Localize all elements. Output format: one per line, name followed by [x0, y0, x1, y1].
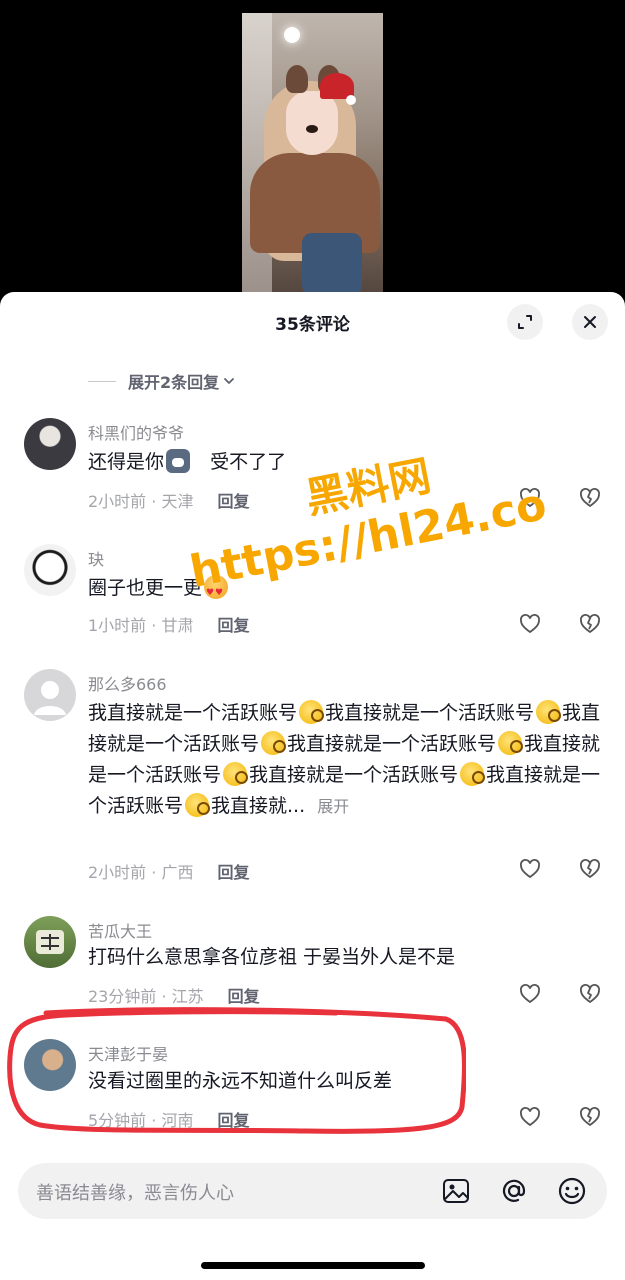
fullscreen-button[interactable]	[507, 304, 543, 340]
expand-replies-button[interactable]: 展开2条回复	[88, 370, 236, 392]
default-avatar-icon	[34, 681, 66, 715]
avatar[interactable]	[24, 418, 76, 470]
close-button[interactable]	[572, 304, 608, 340]
comment-text: 我直接就是一个活跃账号 我直接就是一个活跃账号 我直接就是一个活跃账号 我直接就是一个…	[88, 700, 601, 817]
comment-time-location: 1小时前 · 甘肃	[88, 616, 194, 635]
smirk-emoji-icon	[299, 700, 325, 724]
reply-button[interactable]: 回复	[217, 612, 249, 636]
comment-meta: 2小时前 · 广西 回复	[88, 859, 249, 883]
smirk-emoji-icon	[185, 793, 211, 817]
comment-username[interactable]: 科黑们的爷爷	[88, 420, 184, 444]
comment-text-part: 还得是你	[88, 451, 165, 473]
home-indicator	[201, 1262, 425, 1269]
comment-time-location: 2小时前 · 广西	[88, 863, 194, 882]
comment-username[interactable]: 那么多666	[88, 671, 167, 695]
dog-nose-filter	[306, 125, 318, 133]
dog-ear-filter	[286, 65, 308, 93]
like-heart-icon[interactable]	[518, 857, 542, 881]
person-jeans	[302, 233, 362, 295]
image-icon[interactable]	[441, 1176, 471, 1206]
dislike-broken-heart-icon[interactable]	[578, 612, 602, 636]
person-face	[286, 91, 338, 155]
dislike-broken-heart-icon[interactable]	[578, 982, 602, 1006]
expand-replies-label: 展开2条回复	[128, 373, 220, 392]
smirk-emoji-icon	[536, 700, 562, 724]
comment-username[interactable]: 玦	[88, 546, 104, 570]
like-heart-icon[interactable]	[518, 982, 542, 1006]
comment-input-placeholder: 善语结善缘，恶言伤人心	[36, 1183, 234, 1204]
smirk-emoji-icon	[460, 762, 486, 786]
comment-text: 圈子也更一更	[88, 573, 603, 609]
at-mention-icon[interactable]	[499, 1176, 529, 1206]
avatar[interactable]	[24, 544, 76, 596]
expand-icon	[518, 315, 532, 329]
video-area[interactable]	[0, 0, 625, 300]
video-thumbnail[interactable]	[242, 13, 383, 295]
cat-emoji-icon	[166, 449, 191, 473]
santa-hat-pompom	[346, 95, 356, 105]
avatar[interactable]	[24, 669, 76, 721]
dislike-broken-heart-icon[interactable]	[578, 1105, 602, 1129]
dislike-broken-heart-icon[interactable]	[578, 857, 602, 881]
smirk-emoji-icon	[498, 731, 524, 755]
smirk-emoji-icon	[223, 762, 249, 786]
red-highlight-circle	[7, 1007, 466, 1134]
like-heart-icon[interactable]	[518, 612, 542, 636]
comment-meta: 1小时前 · 甘肃 回复	[88, 612, 249, 636]
reply-button[interactable]: 回复	[217, 488, 249, 512]
like-heart-icon[interactable]	[518, 1105, 542, 1129]
comment-time-location: 23分钟前 · 江苏	[88, 987, 204, 1006]
sheet-header: 35条评论	[0, 292, 625, 352]
divider-line	[88, 380, 116, 382]
reply-button[interactable]: 回复	[217, 859, 249, 883]
comment-time-location: 2小时前 · 天津	[88, 492, 194, 511]
avatar[interactable]	[24, 916, 76, 968]
dislike-broken-heart-icon[interactable]	[578, 486, 602, 510]
comment-text-part: 受不了了	[210, 451, 287, 473]
comment-meta: 23分钟前 · 江苏 回复	[88, 983, 260, 1007]
reply-button[interactable]: 回复	[228, 983, 260, 1007]
smirk-emoji-icon	[261, 731, 287, 755]
comment-text-part: 圈子也更一更	[88, 577, 203, 599]
comment-text-part: 我直接就是一个活跃账号	[88, 702, 298, 724]
comment-text-part: 我直接就是一个活跃账号	[325, 702, 535, 724]
close-icon	[584, 316, 596, 328]
comment-username[interactable]: 苦瓜大王	[88, 918, 152, 942]
ceiling-light	[284, 27, 300, 43]
emoji-icon[interactable]	[557, 1176, 587, 1206]
bitter-melon-avatar-icon	[36, 930, 64, 954]
comment-text-part: 我直接就是一个活跃账号	[249, 764, 459, 786]
chevron-down-icon	[224, 378, 235, 384]
comment-meta: 2小时前 · 天津 回复	[88, 488, 249, 512]
comment-input[interactable]: 善语结善缘，恶言伤人心	[18, 1163, 607, 1219]
expand-text-button[interactable]: 展开	[317, 797, 349, 816]
comment-text: 打码什么意思拿各位彦祖 于晏当外人是不是	[88, 946, 456, 968]
comment-text-part: 我直接就是一个活跃账号	[287, 733, 497, 755]
